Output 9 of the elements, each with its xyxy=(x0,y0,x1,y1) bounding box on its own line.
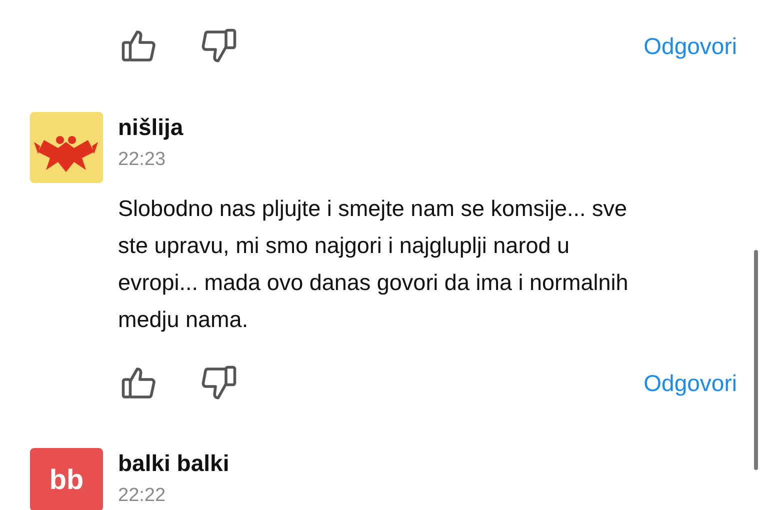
avatar: bb xyxy=(30,448,103,510)
timestamp: 22:22 xyxy=(118,484,167,508)
comment-text: Slobodno nas pljujte i smejte nam se komsije... sve ste upravu, mi smo najgori i najgluplji narod u evropi... mada ovo danas govori da ima i normalnih medju nama. xyxy=(118,195,630,334)
timestamp: 22:23 xyxy=(118,148,167,172)
reply-link[interactable]: Odgovori xyxy=(644,366,737,400)
scrollbar[interactable] xyxy=(754,250,758,470)
author-name: balki balki xyxy=(118,450,230,478)
author-name: nišlija xyxy=(118,114,184,142)
reply-link[interactable]: Odgovori xyxy=(644,28,737,64)
